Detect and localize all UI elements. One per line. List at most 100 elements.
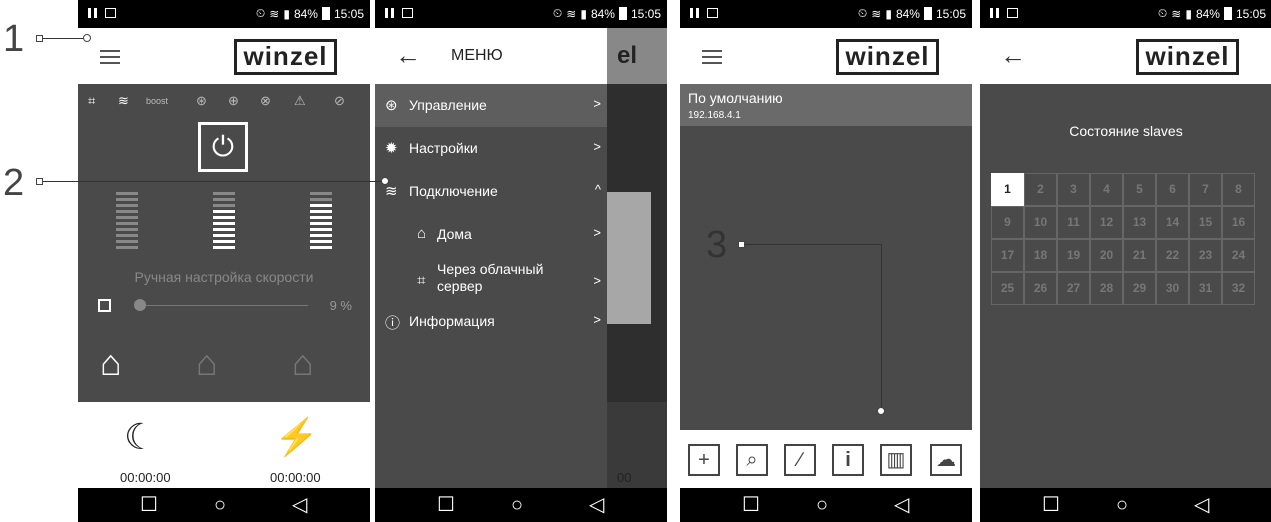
slave-cell[interactable]: 25 xyxy=(991,272,1024,305)
home-button[interactable]: ○ xyxy=(1116,494,1128,516)
slave-cell[interactable]: 3 xyxy=(1057,173,1090,206)
winzel-logo: winzel xyxy=(836,39,939,75)
back-button[interactable]: ◁ xyxy=(589,494,604,516)
callout-line xyxy=(43,38,85,39)
chevron-right-icon: > xyxy=(593,139,601,154)
slave-cell[interactable]: 5 xyxy=(1123,173,1156,206)
alarm-icon: ⏲ xyxy=(857,6,868,20)
android-nav-bar: ☐ ○ ◁ xyxy=(980,488,1271,522)
back-button[interactable]: ◁ xyxy=(1194,494,1209,516)
back-arrow-icon[interactable]: ← xyxy=(1000,40,1026,71)
slave-cell[interactable]: 9 xyxy=(991,206,1024,239)
speed-slider-track[interactable] xyxy=(143,305,308,306)
recent-apps-button[interactable]: ☐ xyxy=(140,494,158,516)
hamburger-menu-icon[interactable] xyxy=(100,50,120,64)
slave-cell[interactable]: 24 xyxy=(1222,239,1255,272)
cloud-icon[interactable]: ☁ xyxy=(930,444,962,476)
slave-cell[interactable]: 32 xyxy=(1222,272,1255,305)
slave-cell[interactable]: 10 xyxy=(1024,206,1057,239)
app-bar: ← winzel xyxy=(980,28,1271,84)
slave-cell[interactable]: 26 xyxy=(1024,272,1057,305)
slave-cell[interactable]: 13 xyxy=(1123,206,1156,239)
alarm-icon: ⏲ xyxy=(1157,6,1168,20)
search-icon[interactable]: ⌕ xyxy=(736,444,768,476)
status-bar: ⏲ ≋ ▮ 84% 15:05 xyxy=(375,0,667,28)
slave-cell[interactable]: 12 xyxy=(1090,206,1123,239)
wifi-icon: ≋ xyxy=(118,93,129,108)
battery-percent: 84% xyxy=(895,6,920,21)
slave-cell[interactable]: 28 xyxy=(1090,272,1123,305)
slave-cell[interactable]: 20 xyxy=(1090,239,1123,272)
manual-speed-checkbox[interactable] xyxy=(98,299,111,312)
slave-cell[interactable]: 14 xyxy=(1156,206,1189,239)
slave-cell[interactable]: 16 xyxy=(1222,206,1255,239)
boost-timer-icon[interactable]: ⚡ xyxy=(274,416,319,458)
valve-icon: ⊗ xyxy=(260,93,271,108)
slave-cell[interactable]: 11 xyxy=(1057,206,1090,239)
mode-recirculation-icon[interactable]: ⌂ xyxy=(196,342,218,384)
slave-cell[interactable]: 4 xyxy=(1090,173,1123,206)
chevron-up-icon: ^ xyxy=(594,182,601,197)
slave-cell[interactable]: 19 xyxy=(1057,239,1090,272)
menu-item-home[interactable]: ⌂ Дома > xyxy=(375,213,607,256)
back-button[interactable]: ◁ xyxy=(292,494,307,516)
android-nav-bar: ☐ ○ ◁ xyxy=(78,488,370,522)
slave-cell[interactable]: 27 xyxy=(1057,272,1090,305)
delete-icon[interactable]: ▥ xyxy=(880,444,912,476)
slave-cell[interactable]: 2 xyxy=(1024,173,1057,206)
gear-icon: ✹ xyxy=(385,140,398,157)
slave-cell[interactable]: 6 xyxy=(1156,173,1189,206)
slave-cell[interactable]: 1 xyxy=(991,173,1024,206)
drawer-header: ← МЕНЮ xyxy=(375,28,607,84)
recent-apps-button[interactable]: ☐ xyxy=(742,494,760,516)
recent-apps-button[interactable]: ☐ xyxy=(437,494,455,516)
edit-icon[interactable]: ∕ xyxy=(784,444,816,476)
hamburger-menu-icon[interactable] xyxy=(702,50,722,64)
home-button[interactable]: ○ xyxy=(214,494,226,516)
status-icon-row: ⌗ ≋ boost ⊛ ⊕ ⊗ ⚠ ⊘ xyxy=(78,84,370,118)
speed-level-3[interactable] xyxy=(310,192,332,252)
slave-cell[interactable]: 15 xyxy=(1189,206,1222,239)
menu-item-info[interactable]: ⓘ Информация > xyxy=(375,300,607,343)
slave-cell[interactable]: 17 xyxy=(991,239,1024,272)
power-button[interactable]: ⏻ xyxy=(198,122,248,172)
speed-level-1[interactable] xyxy=(116,192,138,252)
speed-slider-knob[interactable] xyxy=(134,299,146,311)
mode-exhaust-icon[interactable]: ⌂ xyxy=(292,342,314,384)
home-button[interactable]: ○ xyxy=(511,494,523,516)
connection-profile-item[interactable]: По умолчанию 192.168.4.1 xyxy=(680,84,972,126)
status-bar: ⏲ ≋ ▮ 84% 15:05 xyxy=(78,0,370,28)
menu-item-label: Подключение xyxy=(409,183,498,199)
home-icon: ⌂ xyxy=(417,225,427,242)
callout-line xyxy=(43,181,383,182)
slave-cell[interactable]: 8 xyxy=(1222,173,1255,206)
slave-cell[interactable]: 29 xyxy=(1123,272,1156,305)
slave-cell[interactable]: 21 xyxy=(1123,239,1156,272)
night-timer-icon[interactable]: ☾ xyxy=(124,416,156,458)
menu-item-control[interactable]: ⊛ Управление > xyxy=(375,84,607,127)
back-arrow-icon[interactable]: ← xyxy=(395,40,421,71)
phone-screen-slaves: ⏲ ≋ ▮ 84% 15:05 ← winzel Состояние slaves 12… xyxy=(980,0,1271,522)
android-nav-bar: ☐ ○ ◁ xyxy=(680,488,972,522)
info-icon[interactable]: i xyxy=(832,444,864,476)
clock: 15:05 xyxy=(1235,6,1266,21)
slave-cell[interactable]: 31 xyxy=(1189,272,1222,305)
phone-screen-menu: ⏲≋▮84%15:05 el i 00 ← МЕНЮ ⊛ Управление … xyxy=(375,0,667,522)
speed-level-2[interactable] xyxy=(213,192,235,252)
menu-item-label: Управление xyxy=(409,97,487,113)
recent-apps-button[interactable]: ☐ xyxy=(1042,494,1060,516)
menu-item-settings[interactable]: ✹ Настройки > xyxy=(375,127,607,170)
slave-cell[interactable]: 23 xyxy=(1189,239,1222,272)
image-icon xyxy=(707,8,718,18)
slave-cell[interactable]: 18 xyxy=(1024,239,1057,272)
slave-cell[interactable]: 7 xyxy=(1189,173,1222,206)
pause-icon xyxy=(990,8,999,18)
slave-cell[interactable]: 22 xyxy=(1156,239,1189,272)
battery-icon xyxy=(1223,7,1232,20)
add-icon[interactable]: + xyxy=(688,444,720,476)
home-button[interactable]: ○ xyxy=(816,494,828,516)
back-button[interactable]: ◁ xyxy=(894,494,909,516)
mode-supply-exhaust-icon[interactable]: ⌂ xyxy=(100,342,122,384)
slave-cell[interactable]: 30 xyxy=(1156,272,1189,305)
menu-item-connection[interactable]: ≋ Подключение ^ xyxy=(375,170,607,213)
